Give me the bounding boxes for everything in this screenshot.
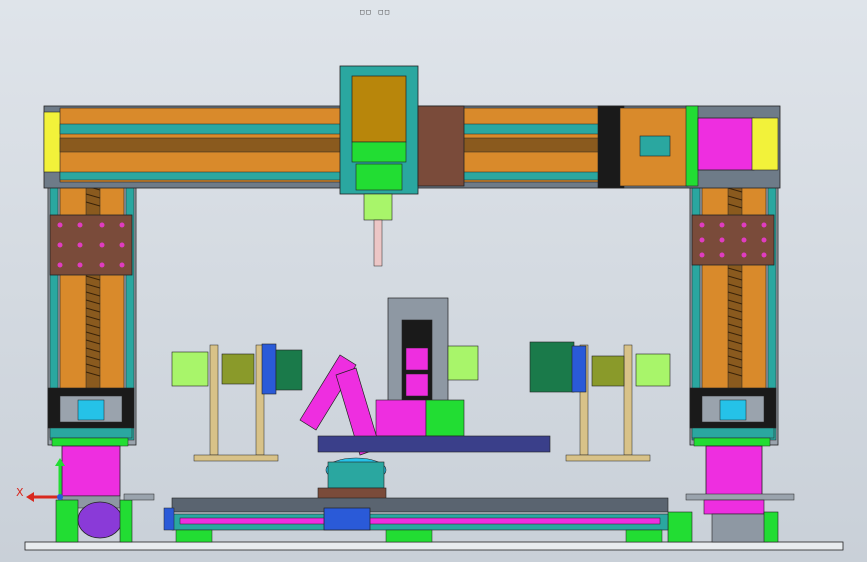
right-rotary-unit	[529, 341, 671, 462]
bottom-linear-slide	[163, 497, 669, 543]
right-column	[667, 174, 795, 543]
base-plate	[24, 541, 844, 551]
spindle-head	[339, 65, 465, 267]
x-motor	[697, 117, 755, 171]
coordinate-triad	[26, 458, 65, 502]
left-column	[47, 174, 155, 543]
machine-assembly-drawing	[24, 65, 844, 551]
slide-carriage	[323, 507, 371, 531]
left-rotary-unit	[171, 343, 303, 462]
x-ballscrew-right	[462, 137, 604, 153]
triad-x-label: X	[16, 486, 24, 499]
central-robot	[299, 297, 551, 501]
cad-viewport[interactable]: □□ □□ X	[0, 0, 867, 562]
right-z-motor	[705, 445, 763, 497]
x-ballscrew-left	[59, 137, 351, 153]
left-z-motor	[61, 445, 121, 497]
left-base-motor	[77, 501, 123, 539]
spindle-tool	[373, 219, 383, 267]
